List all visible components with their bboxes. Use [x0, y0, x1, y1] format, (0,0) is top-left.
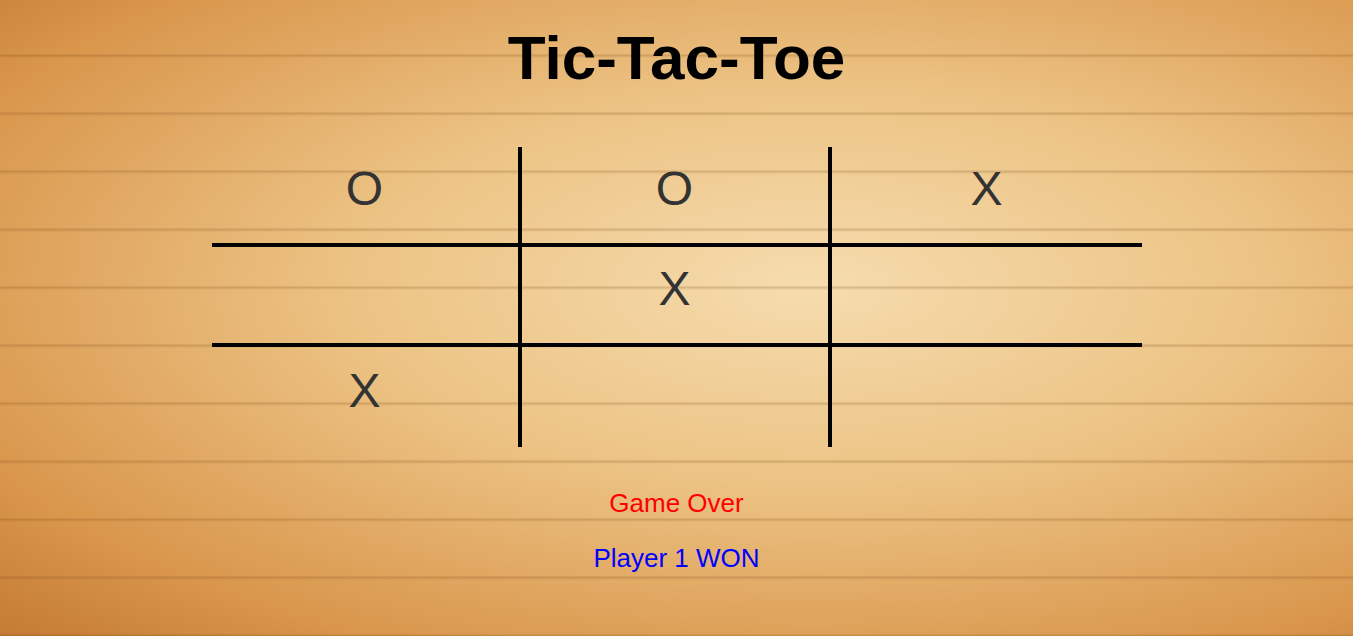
cell-mark: X — [658, 261, 690, 317]
cell-mark: O — [346, 161, 383, 217]
board-cell[interactable]: X — [832, 147, 1142, 247]
board-cell[interactable] — [832, 247, 1142, 347]
board-cell[interactable] — [212, 247, 522, 347]
cell-mark: O — [656, 161, 693, 217]
board-cell[interactable]: X — [212, 347, 522, 447]
game-board: OOXXX — [212, 147, 1142, 447]
cell-mark: X — [348, 363, 380, 419]
winner-message: Player 1 WON — [593, 543, 759, 573]
board-cell[interactable] — [522, 347, 832, 447]
cell-mark: X — [970, 161, 1002, 217]
board-cell[interactable]: X — [522, 247, 832, 347]
game-page: Tic-Tac-ToeOOXXXGame OverPlayer 1 WON — [0, 0, 1353, 636]
board-cell[interactable] — [832, 347, 1142, 447]
game-over-message: Game Over — [609, 488, 743, 518]
game-title: Tic-Tac-Toe — [508, 20, 846, 96]
board-cell[interactable]: O — [212, 147, 522, 247]
board-cell[interactable]: O — [522, 147, 832, 247]
